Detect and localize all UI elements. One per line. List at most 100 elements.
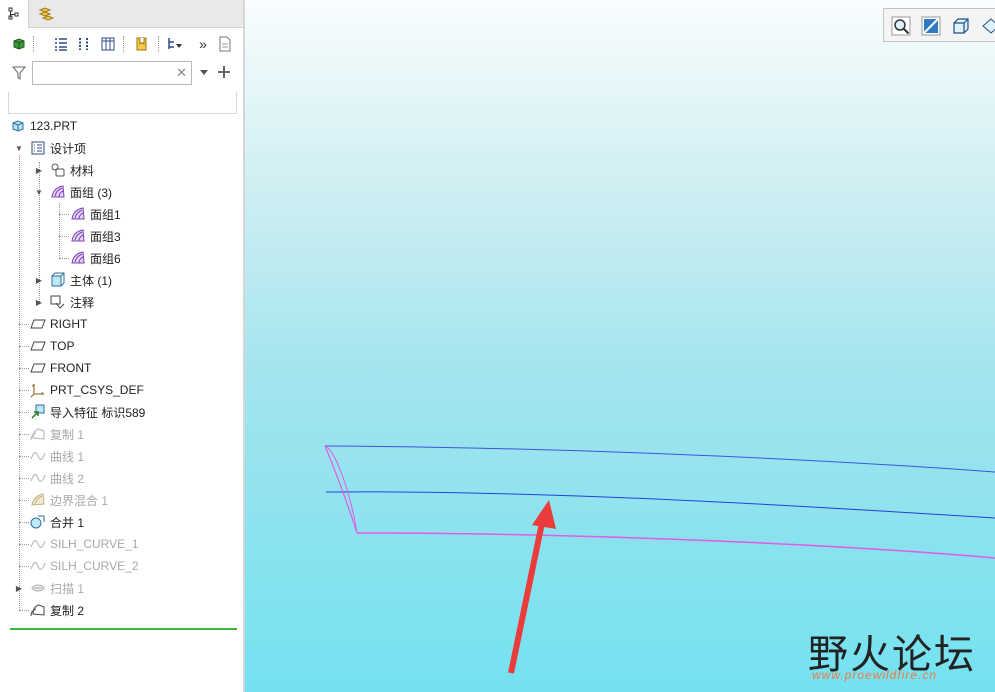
tree-item-label: 边界混合 1: [50, 493, 109, 508]
tree-item-quilts[interactable]: 面组 (3): [50, 181, 112, 203]
tree-item-label: FRONT: [50, 361, 92, 375]
bookmark-icon: [136, 37, 147, 51]
tree-item-front-plane[interactable]: FRONT: [30, 357, 91, 379]
expand-arrow-icon[interactable]: ▶: [35, 166, 43, 175]
tree-item-quilt-1[interactable]: 面组1: [70, 203, 121, 225]
table-view-button[interactable]: [97, 33, 119, 55]
add-filter-icon[interactable]: [217, 65, 231, 79]
filter-tree-icon: [168, 38, 182, 49]
filter-icon: [11, 66, 27, 80]
bookmark-button[interactable]: [131, 33, 153, 55]
graphics-viewport[interactable]: 野火论坛 www.proewildfire.cn: [245, 0, 995, 692]
tree-item-label: PRT_CSYS_DEF: [50, 383, 144, 397]
model-geometry[interactable]: [245, 0, 995, 692]
tree-item-curve-1[interactable]: 曲线 1: [30, 445, 84, 467]
tree-item-label: 面组1: [90, 207, 121, 222]
curve-icon: [30, 558, 46, 574]
tree-item-label: 曲线 2: [50, 471, 85, 486]
arrow-head: [532, 500, 556, 529]
tree-item-annotations[interactable]: 注释: [50, 291, 94, 313]
tree-list-icon: [55, 38, 67, 51]
table-icon: [101, 37, 115, 51]
design-items-icon: [30, 140, 46, 156]
copy-icon: [30, 602, 46, 618]
tree-item-csys[interactable]: PRT_CSYS_DEF: [30, 379, 144, 401]
tree-item-label: 导入特征 标识589: [50, 405, 146, 420]
tree-item-label: 复制 2: [50, 603, 85, 618]
tab-layers[interactable]: [32, 0, 60, 27]
tree-item-design-items[interactable]: 设计项: [30, 137, 86, 159]
search-options-dropdown-icon[interactable]: [199, 69, 209, 77]
watermark-url: www.proewildfire.cn: [812, 668, 938, 682]
tree-item-label: 面组6: [90, 251, 121, 266]
tree-item-import-feature[interactable]: 导入特征 标识589: [30, 401, 145, 423]
search-box: ✕: [32, 61, 192, 85]
cube-icon: [13, 38, 25, 50]
collapse-arrow-icon[interactable]: ▼: [15, 144, 23, 153]
tree-item-copy-2[interactable]: 复制 2: [30, 599, 84, 621]
tree-item-label: 面组3: [90, 229, 121, 244]
tree-item-label: SILH_CURVE_2: [50, 559, 139, 573]
quilt-icon: [70, 250, 86, 266]
tree-item-label: 主体 (1): [70, 273, 113, 288]
copy-icon: [30, 426, 46, 442]
expand-arrow-icon[interactable]: ▶: [35, 298, 43, 307]
watermark-logo: 野火论坛 www.proewildfire.cn: [808, 612, 993, 688]
tree-settings-button[interactable]: [50, 33, 72, 55]
column-settings-button[interactable]: [73, 33, 95, 55]
quilt-icon: [70, 228, 86, 244]
bottom-edge-curve: [356, 532, 995, 559]
collapse-arrow-icon[interactable]: ▼: [35, 188, 43, 197]
tree-item-materials[interactable]: 材料: [50, 159, 94, 181]
tree-item-sweep-1[interactable]: 扫描 1: [30, 577, 84, 599]
datum-plane-icon: [30, 360, 46, 376]
tree-item-boundary-blend-1[interactable]: 边界混合 1: [30, 489, 108, 511]
import-feature-icon: [30, 404, 46, 420]
tree-item-top-plane[interactable]: TOP: [30, 335, 74, 357]
tree-item-label: TOP: [50, 339, 75, 353]
expand-arrow-icon[interactable]: ▶: [35, 276, 43, 285]
tab-model-tree[interactable]: [0, 0, 29, 28]
model-tree-panel: » ✕ 123.PRT ▼ ▶ ▼ ▶ ▶ ▶ 设计项 材料 面组 (3) 面组…: [0, 0, 243, 692]
chevron-double-right-icon: »: [199, 36, 207, 52]
curve-icon: [30, 448, 46, 464]
tree-item-quilt-6[interactable]: 面组6: [70, 247, 121, 269]
tree-item-quilt-3[interactable]: 面组3: [70, 225, 121, 247]
part-icon: [10, 118, 26, 134]
properties-button[interactable]: [214, 33, 236, 55]
tree-item-label: 注释: [70, 295, 95, 310]
sweep-icon: [30, 580, 46, 596]
search-input[interactable]: [36, 63, 180, 85]
end-cap-curve: [324, 445, 358, 534]
tree-item-curve-2[interactable]: 曲线 2: [30, 467, 84, 489]
tree-item-right-plane[interactable]: RIGHT: [30, 313, 87, 335]
tree-item-label: 合并 1: [50, 515, 85, 530]
merge-icon: [30, 514, 46, 530]
tree-root[interactable]: 123.PRT: [10, 115, 77, 137]
boundary-blend-icon: [30, 492, 46, 508]
layers-tab-icon: [38, 6, 54, 21]
more-tools-button[interactable]: »: [192, 33, 214, 55]
clear-search-icon[interactable]: ✕: [176, 65, 187, 81]
tree-column-header: [8, 92, 237, 114]
tree-item-label: RIGHT: [50, 317, 88, 331]
tree-item-bodies[interactable]: 主体 (1): [50, 269, 112, 291]
csys-icon: [30, 382, 46, 398]
quilt-icon: [70, 206, 86, 222]
tree-item-copy-1[interactable]: 复制 1: [30, 423, 84, 445]
panel-tabs: [0, 0, 243, 28]
model-tree-tab-icon: [8, 7, 19, 20]
expand-arrow-icon[interactable]: ▶: [15, 584, 23, 593]
show-dropdown-button[interactable]: [8, 33, 30, 55]
filter-settings-button[interactable]: [164, 33, 186, 55]
annotation-icon: [50, 294, 66, 310]
center-curve: [325, 491, 995, 519]
tree-item-silh-curve-1[interactable]: SILH_CURVE_1: [30, 533, 139, 555]
tree-item-label: 设计项: [50, 141, 87, 156]
insert-here-marker[interactable]: [10, 628, 237, 630]
document-icon: [219, 36, 231, 52]
tree-item-merge-1[interactable]: 合并 1: [30, 511, 84, 533]
tree-item-silh-curve-2[interactable]: SILH_CURVE_2: [30, 555, 139, 577]
materials-icon: [50, 162, 66, 178]
tree-item-label: 扫描 1: [50, 581, 85, 596]
